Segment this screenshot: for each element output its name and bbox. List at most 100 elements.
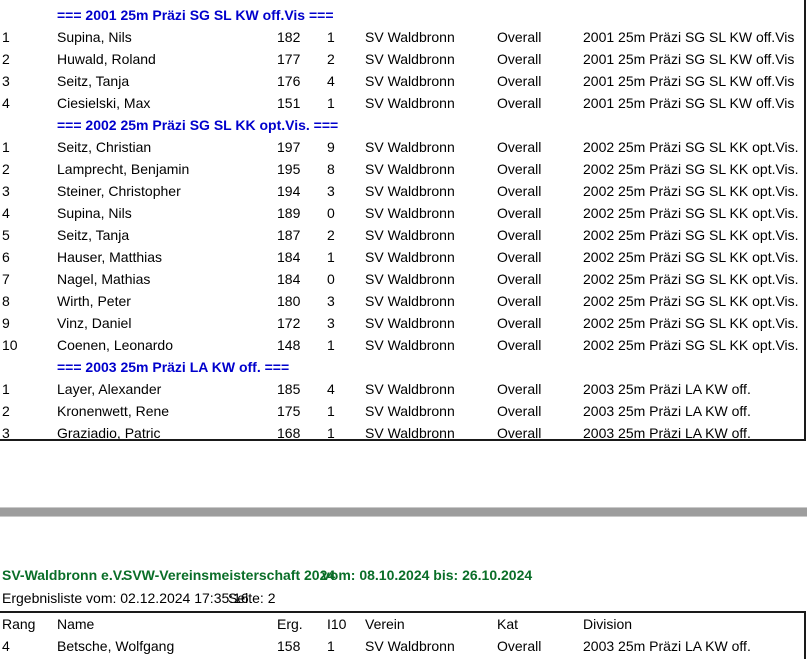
club-cell: SV Waldbronn — [365, 158, 455, 180]
name-cell: Betsche, Wolfgang — [57, 635, 174, 657]
result-row: 10Coenen, Leonardo1481SV WaldbronnOveral… — [0, 334, 804, 356]
result-row: 3 Graziadio, Patric 168 1 SV Waldbronn Overal… — [0, 422, 804, 440]
category-cell: Overall — [497, 422, 541, 440]
result-row: 1Layer, Alexander1854SV WaldbronnOverall… — [0, 378, 804, 400]
category-cell: Overall — [497, 400, 541, 422]
column-header-erg: Erg. — [277, 613, 303, 635]
score-cell: 187 — [277, 224, 300, 246]
group-title: === 2003 25m Präzi LA KW off. === — [57, 356, 289, 378]
i10-cell: 1 — [327, 422, 335, 440]
i10-cell: 1 — [327, 635, 335, 657]
rank-cell: 2 — [2, 48, 10, 70]
i10-cell: 1 — [327, 400, 335, 422]
category-cell: Overall — [497, 268, 541, 290]
division-cell: 2002 25m Präzi SG SL KK opt.Vis. — [583, 246, 799, 268]
score-cell: 184 — [277, 246, 300, 268]
i10-cell: 8 — [327, 158, 335, 180]
discipline-group-header: === 2001 25m Präzi SG SL KW off.Vis === — [0, 4, 804, 26]
i10-cell: 1 — [327, 26, 335, 48]
name-cell: Coenen, Leonardo — [57, 334, 173, 356]
name-cell: Wirth, Peter — [57, 290, 131, 312]
result-row: 2Lamprecht, Benjamin1958SV WaldbronnOver… — [0, 158, 804, 180]
result-row: 9Vinz, Daniel1723SV WaldbronnOverall2002… — [0, 312, 804, 334]
report-preview: === 2001 25m Präzi SG SL KW off.Vis ===1… — [0, 0, 807, 659]
event-dates: vom: 08.10.2024 bis: 26.10.2024 — [322, 567, 532, 583]
report-generated-label: Ergebnisliste vom: 02.12.2024 17:35:16 — [2, 590, 249, 606]
i10-cell: 3 — [327, 312, 335, 334]
column-header-name: Name — [57, 613, 94, 635]
result-row: 1Supina, Nils1821SV WaldbronnOverall2001… — [0, 26, 804, 48]
page2-border-right — [804, 611, 806, 659]
club-name: SV-Waldbronn e.V. — [2, 567, 125, 583]
club-cell: SV Waldbronn — [365, 70, 455, 92]
name-cell: Huwald, Roland — [57, 48, 156, 70]
category-cell: Overall — [497, 158, 541, 180]
rank-cell: 4 — [2, 635, 10, 657]
division-cell: 2003 25m Präzi LA KW off. — [583, 422, 751, 440]
page2-subtitle-line: Ergebnisliste vom: 02.12.2024 17:35:16 S… — [0, 590, 804, 606]
name-cell: Supina, Nils — [57, 202, 132, 224]
score-cell: 158 — [277, 635, 300, 657]
score-cell: 168 — [277, 422, 300, 440]
i10-cell: 3 — [327, 180, 335, 202]
category-cell: Overall — [497, 290, 541, 312]
i10-cell: 4 — [327, 378, 335, 400]
page1-border-bottom — [0, 439, 806, 441]
rank-cell: 5 — [2, 224, 10, 246]
name-cell: Supina, Nils — [57, 26, 132, 48]
name-cell: Layer, Alexander — [57, 378, 161, 400]
name-cell: Graziadio, Patric — [57, 422, 160, 440]
rank-cell: 4 — [2, 92, 10, 114]
column-header-kat: Kat — [497, 613, 518, 635]
division-cell: 2003 25m Präzi LA KW off. — [583, 378, 751, 400]
i10-cell: 1 — [327, 246, 335, 268]
page-separator — [0, 507, 807, 517]
club-cell: SV Waldbronn — [365, 290, 455, 312]
i10-cell: 0 — [327, 268, 335, 290]
category-cell: Overall — [497, 26, 541, 48]
result-row: 4Ciesielski, Max1511SV WaldbronnOverall2… — [0, 92, 804, 114]
page2-results-table: 4Betsche, Wolfgang1581SV WaldbronnOveral… — [0, 635, 804, 659]
rank-cell: 3 — [2, 180, 10, 202]
result-row: 4Supina, Nils1890SV WaldbronnOverall2002… — [0, 202, 804, 224]
score-cell: 182 — [277, 26, 300, 48]
name-cell: Seitz, Tanja — [57, 70, 129, 92]
name-cell: Seitz, Tanja — [57, 224, 129, 246]
club-cell: SV Waldbronn — [365, 224, 455, 246]
result-row: 4Betsche, Wolfgang1581SV WaldbronnOveral… — [0, 635, 804, 657]
division-cell: 2002 25m Präzi SG SL KK opt.Vis. — [583, 268, 799, 290]
category-cell: Overall — [497, 136, 541, 158]
club-cell: SV Waldbronn — [365, 422, 455, 440]
page1-border-right — [804, 0, 806, 441]
division-cell: 2001 25m Präzi SG SL KW off.Vis — [583, 48, 794, 70]
score-cell: 184 — [277, 268, 300, 290]
i10-cell: 2 — [327, 48, 335, 70]
score-cell: 197 — [277, 136, 300, 158]
score-cell: 189 — [277, 202, 300, 224]
i10-cell: 3 — [327, 290, 335, 312]
score-cell: 177 — [277, 48, 300, 70]
result-row: 3Seitz, Tanja1764SV WaldbronnOverall2001… — [0, 70, 804, 92]
rank-cell: 3 — [2, 422, 10, 440]
i10-cell: 9 — [327, 136, 335, 158]
result-row: 2Kronenwett, Rene1751SV WaldbronnOverall… — [0, 400, 804, 422]
result-row: 8Wirth, Peter1803SV WaldbronnOverall2002… — [0, 290, 804, 312]
result-row: 1Seitz, Christian1979SV WaldbronnOverall… — [0, 136, 804, 158]
i10-cell: 0 — [327, 202, 335, 224]
name-cell: Lamprecht, Benjamin — [57, 158, 189, 180]
division-cell: 2003 25m Präzi LA KW off. — [583, 400, 751, 422]
name-cell: Steiner, Christopher — [57, 180, 181, 202]
category-cell: Overall — [497, 334, 541, 356]
division-cell: 2002 25m Präzi SG SL KK opt.Vis. — [583, 136, 799, 158]
score-cell: 176 — [277, 70, 300, 92]
club-cell: SV Waldbronn — [365, 92, 455, 114]
score-cell: 180 — [277, 290, 300, 312]
division-cell: 2001 25m Präzi SG SL KW off.Vis — [583, 26, 794, 48]
column-header-i10: I10 — [327, 613, 346, 635]
rank-cell: 2 — [2, 400, 10, 422]
name-cell: Kronenwett, Rene — [57, 400, 169, 422]
club-cell: SV Waldbronn — [365, 48, 455, 70]
division-cell: 2002 25m Präzi SG SL KK opt.Vis. — [583, 290, 799, 312]
i10-cell: 4 — [327, 70, 335, 92]
result-row: 6Hauser, Matthias1841SV WaldbronnOverall… — [0, 246, 804, 268]
